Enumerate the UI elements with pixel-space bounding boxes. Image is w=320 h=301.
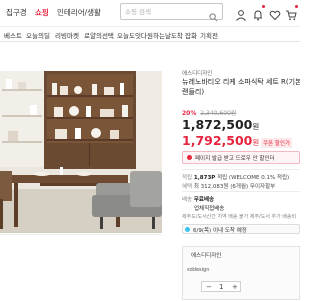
nav-item-royal-choice[interactable]: 로얄의선택: [84, 30, 114, 40]
points-label: 적립: [182, 175, 193, 181]
store-name[interactable]: 에스디디자인: [182, 69, 212, 77]
card-benefit-value[interactable]: 최 312,083원 (6개월) 무이자할부: [194, 184, 275, 190]
product-title-line2: 랜들리): [182, 88, 205, 96]
card-benefit-label: 혜택: [182, 184, 193, 190]
option-name: 에스디디자인: [191, 253, 222, 259]
sale-price-unit: 원: [252, 122, 260, 131]
quantity-minus-button[interactable]: −: [206, 282, 212, 292]
discount-rate: 20%: [182, 110, 197, 117]
nav-item-desired-date[interactable]: 원하는날도착: [147, 30, 183, 40]
coupon-price: 1,792,500원: [182, 133, 259, 148]
sale-price-value: 1,872,500: [182, 117, 253, 132]
option-brand-logo: sddesign: [187, 267, 210, 273]
category-tab-shopping[interactable]: 쇼핑: [35, 7, 49, 18]
heart-icon[interactable]: [269, 6, 281, 21]
delivery-date-text: 6/9(목) 이내 도착 예정: [193, 228, 247, 234]
points-value: 1,873P: [193, 175, 216, 181]
benefit-banner-text: 페이지 발급 받고 드로우 안 할인더: [195, 156, 275, 162]
search-box[interactable]: [120, 3, 223, 22]
nav-item-best[interactable]: 베스트: [4, 30, 22, 40]
shipping-note: 업체직접배송: [194, 206, 225, 212]
divider: [182, 191, 300, 192]
category-tab-interior[interactable]: 인테리어/생활: [57, 7, 101, 18]
product-title-line1: 뉴레노바티오 리케 소파식탁 세트 R(기본형)(: [182, 78, 300, 86]
shopping-nav: 베스트 오늘의딜 리빙마켓 로얄의선택 오늘도잇다 원하는날도착 잡화 기획전: [0, 26, 300, 42]
shipping-row: 배송 무료배송: [182, 195, 214, 203]
bell-icon[interactable]: [252, 5, 265, 21]
quantity-plus-button[interactable]: +: [232, 282, 238, 292]
divider: [182, 169, 300, 170]
nav-item-goods[interactable]: 잡화: [185, 30, 197, 40]
top-header: 집구경 쇼핑 인테리어/생활: [0, 0, 300, 26]
points-row: 적립 1,873P 적립 (WELCOME 0.1% 적립): [182, 173, 289, 181]
category-tab-house[interactable]: 집구경: [6, 7, 27, 18]
product-image[interactable]: [0, 71, 162, 233]
points-note: 적립 (WELCOME 0.1% 적립): [217, 175, 290, 181]
search-input[interactable]: [125, 6, 209, 17]
shipping-restriction: 제주도/도서산간 지역 배송 불가 제주/도서 추가 배송비: [182, 214, 297, 220]
nav-item-todays-deal[interactable]: 오늘의딜: [26, 30, 50, 40]
nav-item-exhibition[interactable]: 기획전: [200, 30, 218, 40]
shipping-label: 배송: [182, 197, 193, 203]
discount-row: 20% 2,340,600원: [182, 108, 236, 117]
user-icon[interactable]: [235, 6, 247, 21]
search-icon[interactable]: [209, 7, 218, 26]
delivery-date-button[interactable]: 6/9(목) 이내 도착 예정: [182, 224, 300, 234]
coupon-price-unit: 원: [252, 138, 260, 147]
thumbnail-strip: [0, 234, 162, 301]
cart-icon[interactable]: [285, 5, 298, 21]
truck-icon: [185, 227, 190, 232]
nav-item-living-market[interactable]: 리빙마켓: [55, 30, 79, 40]
card-benefit-row: 혜택 최 312,083원 (6개월) 무이자할부: [182, 182, 275, 190]
shipping-value: 무료배송: [193, 197, 215, 203]
coupon-price-tag[interactable]: 쿠폰 할인가: [261, 138, 293, 148]
coupon-price-value: 1,792,500: [182, 133, 253, 148]
quantity-value[interactable]: 1: [219, 282, 223, 292]
original-price: 2,340,600원: [200, 110, 237, 117]
nav-item-ohdoitda[interactable]: 오늘도잇다: [117, 30, 147, 40]
quantity-stepper[interactable]: − 1 +: [201, 281, 241, 292]
benefit-banner[interactable]: 페이지 발급 받고 드로우 안 할인더: [182, 151, 300, 164]
coupon-icon: [187, 155, 192, 160]
sale-price: 1,872,500원: [182, 117, 259, 132]
option-selector: 에스디디자인 sddesign − 1 +: [182, 246, 300, 300]
